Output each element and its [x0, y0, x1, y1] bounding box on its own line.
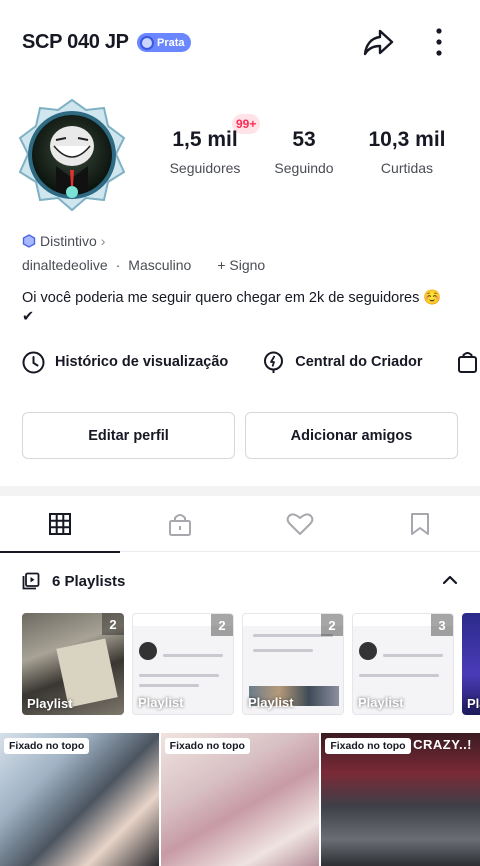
playlist-label: Playlist	[248, 695, 294, 710]
stat-value: 53	[292, 128, 316, 151]
playlist-icon	[22, 572, 40, 590]
quick-links: Histórico de visualização Central do Cri…	[22, 346, 480, 378]
playlist-thumb-line	[359, 674, 439, 677]
meta-separator: ·	[115, 257, 121, 273]
stat-value: 1,5 mil	[172, 128, 238, 151]
link-label: Central do Criador	[295, 354, 423, 370]
playlist-thumb-line	[163, 654, 223, 657]
playlist-thumb-avatar	[139, 642, 157, 660]
bookmark-icon	[411, 513, 429, 535]
playlist-thumb-line	[383, 654, 443, 657]
bio-text: Oi você poderia me seguir quero chegar e…	[22, 290, 442, 306]
hexagon-badge-icon	[22, 234, 36, 248]
playlist-thumb-line	[139, 684, 199, 687]
meta-spacer	[199, 257, 209, 273]
video-grid: Fixado no topo Fixado no topo S CRAZY..!…	[0, 733, 480, 866]
heart-icon	[286, 513, 314, 535]
playlist-label: Playlist	[27, 696, 73, 711]
link-label: Histórico de visualização	[55, 354, 229, 370]
profile-username: SCP 040 JP	[22, 31, 129, 53]
playlists-count: 6 Playlists	[52, 572, 126, 590]
creator-center-link[interactable]: Central do Criador	[262, 351, 423, 374]
share-icon[interactable]	[361, 25, 395, 59]
playlist-count: 2	[211, 614, 233, 636]
pinned-badge: Fixado no topo	[4, 738, 90, 754]
bag-icon	[457, 351, 477, 373]
tab-liked[interactable]	[240, 496, 360, 552]
chevron-right-icon: ›	[100, 233, 106, 249]
playlist-card[interactable]: Pla	[462, 613, 480, 715]
profile-gender: Masculino	[128, 257, 192, 273]
playlists-header[interactable]: 6 Playlists	[22, 569, 462, 593]
video-thumbnail[interactable]: Fixado no topo	[0, 733, 159, 866]
playlist-label: Pla	[467, 696, 480, 711]
lock-icon	[169, 514, 191, 536]
chevron-up-icon[interactable]	[441, 572, 459, 588]
bio-check: ✔	[22, 309, 35, 325]
stat-likes[interactable]: 10,3 mil Curtidas	[352, 128, 462, 176]
add-sign-button[interactable]: + Signo	[217, 257, 265, 273]
profile-meta: dinaltedeolive · Masculino + Signo	[22, 257, 265, 273]
playlist-card[interactable]: 2 Playlist	[132, 613, 234, 715]
clock-icon	[22, 351, 45, 373]
stat-followers[interactable]: 1,5 mil Seguidores	[150, 128, 260, 176]
distintivo-link[interactable]: Distintivo ›	[22, 233, 105, 249]
profile-handle: dinaltedeolive	[22, 257, 108, 273]
pinned-badge: Fixado no topo	[164, 738, 250, 754]
profile-bio: Oi você poderia me seguir quero chegar e…	[22, 289, 462, 327]
shop-link[interactable]: L	[457, 351, 480, 374]
stat-label: Seguindo	[274, 160, 334, 176]
playlist-thumb-avatar	[359, 642, 377, 660]
stat-label: Seguidores	[169, 160, 241, 176]
tab-videos[interactable]	[0, 496, 120, 553]
playlist-card[interactable]: 2 Playlist	[242, 613, 344, 715]
tab-favorites[interactable]	[360, 496, 480, 552]
video-thumbnail[interactable]: S CRAZY..! Fixado no topo	[321, 733, 480, 866]
watch-history-link[interactable]: Histórico de visualização	[22, 351, 228, 374]
avatar[interactable]	[16, 96, 128, 214]
playlist-thumb-line	[139, 674, 219, 677]
grid-icon	[49, 513, 71, 535]
playlist-count: 3	[431, 614, 453, 636]
more-options-icon[interactable]	[428, 27, 450, 59]
video-thumbnail[interactable]: Fixado no topo	[160, 733, 320, 866]
playlists-row: 2 Playlist 2 Playlist 2 Playlist 3 Playl…	[22, 613, 480, 715]
stat-label: Curtidas	[380, 160, 434, 176]
video-overlay-text: S CRAZY..!	[399, 737, 473, 752]
stat-following[interactable]: 53 Seguindo	[249, 128, 359, 176]
content-tabs	[0, 496, 480, 553]
edit-profile-button[interactable]: Editar perfil	[22, 412, 235, 459]
tab-private[interactable]	[120, 496, 240, 552]
stat-value: 10,3 mil	[368, 128, 446, 151]
badge-label: Prata	[157, 36, 185, 49]
playlist-thumb-line	[253, 649, 313, 652]
avatar-frame	[18, 98, 126, 212]
playlist-label: Playlist	[358, 695, 404, 710]
section-divider	[0, 486, 480, 496]
playlist-label: Playlist	[138, 695, 184, 710]
top-bar: SCP 040 JP Prata	[0, 0, 480, 86]
distintivo-label: Distintivo	[40, 233, 97, 249]
playlist-card[interactable]: 2 Playlist	[22, 613, 124, 715]
playlist-card[interactable]: 3 Playlist	[352, 613, 454, 715]
playlist-count: 2	[321, 614, 343, 636]
playlist-count: 2	[102, 613, 124, 635]
bulb-icon	[264, 351, 284, 373]
badge-icon	[140, 35, 154, 50]
level-badge[interactable]: Prata	[137, 33, 191, 52]
profile-stats: 1,5 mil Seguidores 53 Seguindo 10,3 mil …	[150, 128, 470, 188]
pinned-badge: Fixado no topo	[325, 738, 411, 754]
add-friends-button[interactable]: Adicionar amigos	[245, 412, 458, 459]
